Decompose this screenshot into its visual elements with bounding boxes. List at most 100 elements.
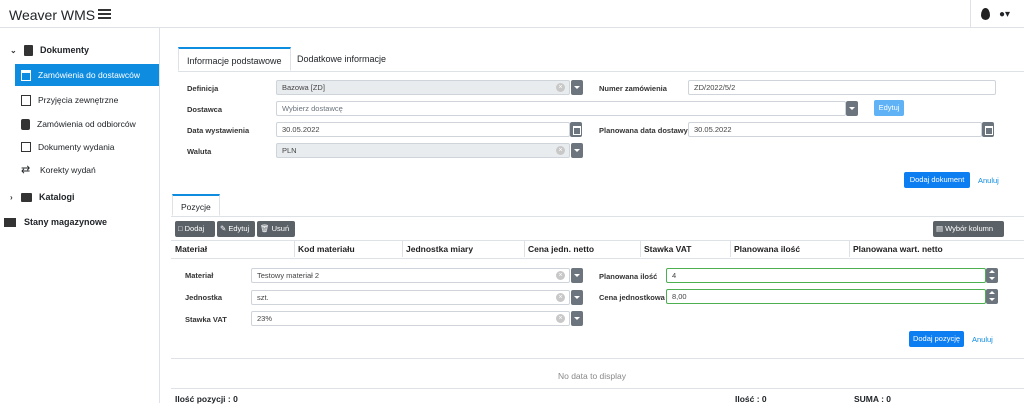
definicja-select[interactable]: Bazowa [ZD] [276, 80, 570, 95]
sidebar-item-label: Dokumenty wydania [38, 142, 115, 152]
wybor-kolumn-label: Wybór kolumn [945, 224, 994, 233]
sidebar-group-katalogi[interactable]: › Katalogi [0, 186, 159, 208]
calendar-icon[interactable] [570, 122, 582, 137]
dodaj-label: Dodaj [184, 224, 205, 233]
sidebar-group-dokumenty[interactable]: ⌄ Dokumenty [0, 39, 159, 61]
tab-dodatkowe-informacje[interactable]: Dodatkowe informacje [289, 47, 394, 71]
sidebar: ⌄ Dokumenty Zamówienia do dostawców Przy… [0, 28, 160, 403]
calendar-icon[interactable] [982, 122, 994, 137]
waluta-select[interactable]: PLN [276, 143, 570, 158]
data-wystawienia-field[interactable]: 30.05.2022 [276, 122, 570, 137]
sidebar-item-dokumenty-wydania[interactable]: Dokumenty wydania [15, 136, 159, 158]
column-header[interactable]: Materiał [172, 241, 295, 257]
column-header[interactable]: Planowana ilość [731, 241, 850, 257]
column-header[interactable]: Kod materiału [295, 241, 403, 257]
table-body-divider [171, 358, 1024, 359]
chevron-right-icon: › [10, 192, 13, 202]
clear-icon[interactable]: × [556, 83, 565, 92]
sidebar-group-label: Stany magazynowe [24, 217, 108, 227]
dostawca-label: Dostawca [187, 105, 223, 114]
cena-label: Cena jednostkowa [599, 293, 665, 302]
usun-button[interactable]: 🗑 Usuń [257, 221, 295, 237]
sidebar-item-label: Przyjęcia zewnętrzne [38, 95, 119, 105]
planowana-data-label: Planowana data dostawy [599, 126, 688, 135]
main-content: Informacje podstawowe Dodatkowe informac… [160, 28, 1024, 404]
table-header-bottom [171, 258, 1024, 259]
chevron-down-icon[interactable] [571, 143, 583, 158]
planowana-data-field[interactable]: 30.05.2022 [688, 122, 982, 137]
ilosc-field[interactable]: 4 [666, 268, 986, 283]
sidebar-item-zamowienia-do-dostawcow[interactable]: Zamówienia do dostawców [15, 64, 159, 86]
column-header[interactable]: Jednostka miary [403, 241, 525, 257]
ilosc-label: Planowana ilość [599, 272, 658, 281]
vat-select[interactable]: 23% [251, 311, 570, 326]
menu-icon[interactable] [98, 9, 111, 19]
usun-label: Usuń [271, 224, 290, 233]
table-footer-divider [171, 388, 1024, 389]
no-data-message: No data to display [557, 371, 627, 381]
edytuj-dostawca-button[interactable]: Edytuj [874, 100, 904, 116]
dostawca-select[interactable]: Wybierz dostawcę [276, 101, 846, 116]
sidebar-item-label: Korekty wydań [40, 165, 96, 175]
chevron-down-icon[interactable] [571, 80, 583, 95]
chevron-down-icon[interactable] [571, 311, 583, 326]
edytuj-label: Edytuj [228, 224, 250, 233]
stepper-icon[interactable] [986, 268, 998, 283]
definicja-label: Definicja [187, 84, 219, 93]
clipboard-icon [24, 44, 33, 56]
clear-icon[interactable]: × [556, 146, 565, 155]
numer-label: Numer zamówienia [599, 84, 667, 93]
dodaj-button[interactable]: □ Dodaj [175, 221, 215, 237]
stepper-icon[interactable] [986, 289, 998, 304]
user-menu-icon[interactable]: ●▾ [999, 9, 1010, 20]
sidebar-item-korekty-wydan[interactable]: ⇄ Korekty wydań [15, 159, 159, 181]
shuffle-icon: ⇄ [21, 164, 31, 176]
vat-label: Stawka VAT [185, 315, 227, 324]
sidebar-group-label: Katalogi [39, 192, 75, 202]
folder-icon [21, 192, 32, 202]
shopping-bag-icon [21, 118, 30, 130]
cena-field[interactable]: 8,00 [666, 289, 986, 304]
column-header[interactable]: Cena jedn. netto [525, 241, 641, 257]
column-header[interactable]: Planowana wart. netto [850, 241, 1004, 257]
app-title: Weaver WMS [9, 7, 96, 23]
dodaj-dokument-button[interactable]: Dodaj dokument [904, 172, 970, 188]
tab-informacje-podstawowe[interactable]: Informacje podstawowe [178, 47, 291, 71]
column-header[interactable]: Stawka VAT [641, 241, 731, 257]
data-wystawienia-label: Data wystawienia [187, 126, 250, 135]
top-right-actions: ●▾ [970, 0, 1024, 28]
chevron-down-icon[interactable] [846, 101, 858, 116]
clear-icon[interactable]: × [556, 271, 565, 280]
material-select[interactable]: Testowy materiał 2 [251, 268, 570, 283]
file-edit-icon [21, 94, 31, 106]
jednostka-label: Jednostka [185, 293, 223, 302]
sidebar-group-label: Dokumenty [40, 45, 90, 55]
external-link-icon [21, 142, 31, 152]
material-label: Materiał [185, 271, 214, 280]
clear-icon[interactable]: × [556, 293, 565, 302]
wybor-kolumn-button[interactable]: ▤ Wybór kolumn [933, 221, 1004, 237]
chevron-down-icon[interactable] [571, 268, 583, 283]
jednostka-select[interactable]: szt. [251, 290, 570, 305]
clear-icon[interactable]: × [556, 314, 565, 323]
waluta-label: Waluta [187, 147, 212, 156]
theme-drop-icon[interactable] [981, 8, 990, 20]
boxes-icon [4, 217, 16, 227]
numer-field[interactable]: ZD/2022/5/2 [688, 80, 996, 95]
calendar-icon [21, 69, 31, 81]
chevron-down-icon[interactable] [571, 290, 583, 305]
edytuj-button[interactable]: ✎ Edytuj [217, 221, 255, 237]
sidebar-item-przyjecia[interactable]: Przyjęcia zewnętrzne [15, 89, 159, 111]
sidebar-item-zamowienia-od-odbiorcow[interactable]: Zamówienia od odbiorców [15, 113, 159, 135]
tab-pozycje[interactable]: Pozycje [172, 194, 220, 216]
sidebar-group-stany[interactable]: Stany magazynowe [0, 211, 159, 233]
dodaj-pozycje-button[interactable]: Dodaj pozycję [909, 331, 964, 347]
anuluj-link[interactable]: Anuluj [978, 176, 999, 185]
anuluj-pozycje-link[interactable]: Anuluj [972, 335, 993, 344]
sidebar-item-label: Zamówienia do dostawców [38, 70, 141, 80]
tab-divider [178, 71, 1024, 72]
sidebar-item-label: Zamówienia od odbiorców [37, 119, 136, 129]
chevron-down-icon: ⌄ [10, 45, 17, 55]
top-bar: Weaver WMS ●▾ [0, 0, 1024, 28]
pozycje-divider [171, 216, 1024, 217]
